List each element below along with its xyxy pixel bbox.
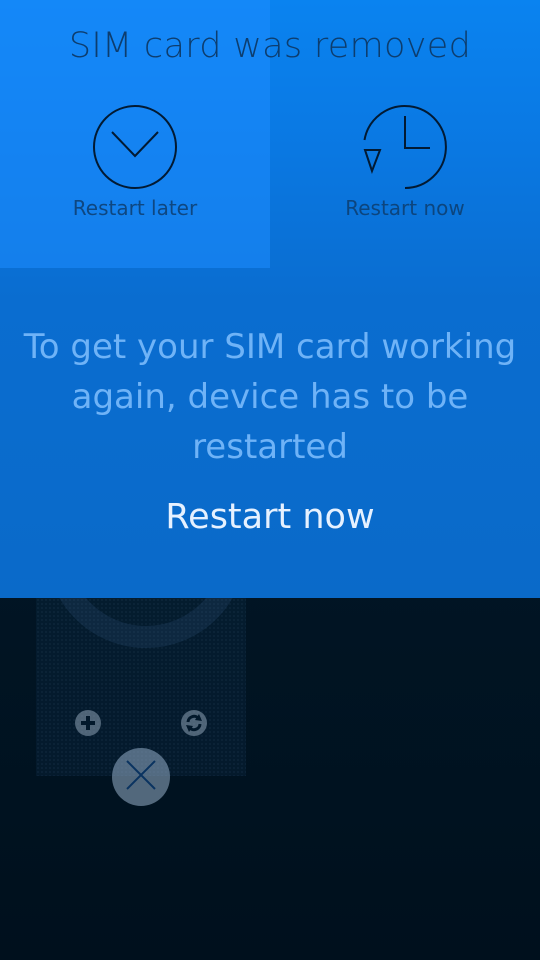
restart-now-label: Restart now [345,196,465,220]
clock-icon [362,104,448,190]
cover-graphic [46,598,246,648]
dialog-title: SIM card was removed [68,26,472,66]
sim-removed-dialog: Restart later Restart now SIM card was r… [0,0,540,598]
dialog-message: To get your SIM card working again, devi… [23,327,517,467]
refresh-icon[interactable] [180,709,208,737]
restart-later-label: Restart later [72,196,198,220]
close-button[interactable] [112,748,170,806]
envelope-icon [92,104,178,190]
close-icon [124,758,158,796]
restart-now-button[interactable]: Restart now [0,497,540,537]
add-icon[interactable] [74,709,102,737]
